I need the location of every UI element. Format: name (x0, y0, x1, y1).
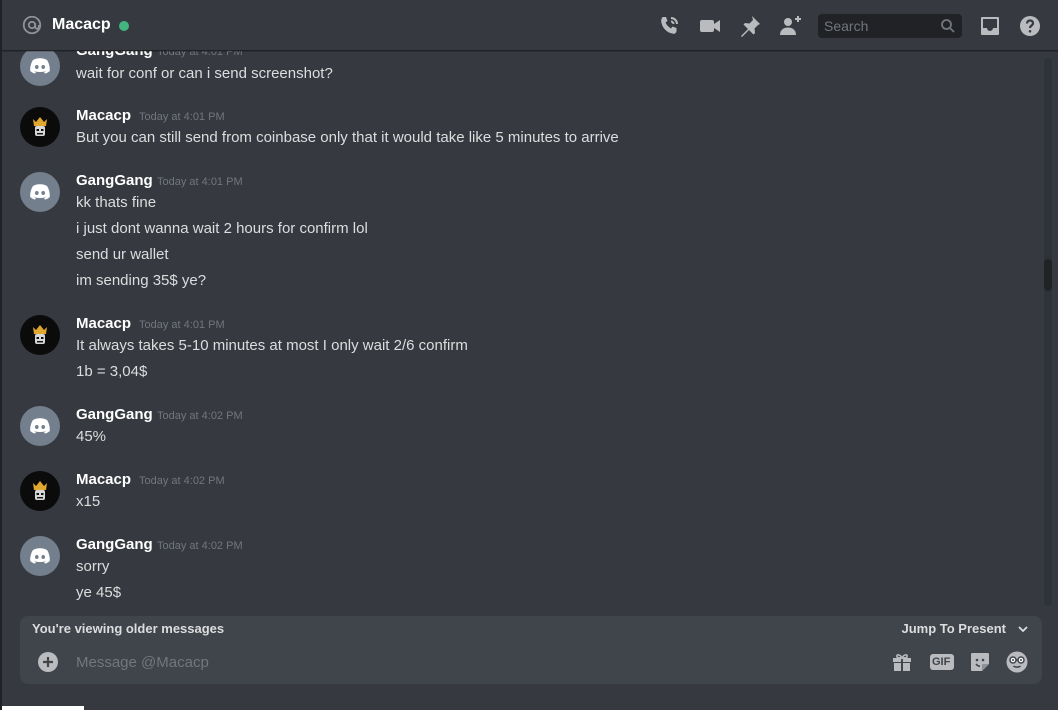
search-box[interactable] (818, 14, 962, 38)
gif-icon[interactable]: GIF (929, 650, 955, 674)
online-status-indicator (119, 21, 129, 31)
king-avatar-icon[interactable] (20, 107, 60, 147)
sticker-icon[interactable] (968, 650, 992, 674)
king-avatar-icon[interactable] (20, 471, 60, 511)
message-timestamp: Today at 4:02 PM (157, 410, 243, 422)
channel-title: Macacp (52, 16, 111, 33)
message-author[interactable]: GangGang (76, 172, 153, 189)
message-text: 45% (76, 428, 107, 445)
chevron-down-icon[interactable] (1016, 622, 1030, 636)
search-input[interactable] (818, 14, 936, 38)
message-text: im sending 35$ ye? (76, 272, 207, 289)
discord-avatar-icon[interactable] (20, 406, 60, 446)
channel-header: Macacp (0, 0, 1058, 51)
message-text: x15 (76, 493, 101, 510)
emoji-icon[interactable] (1005, 650, 1029, 674)
king-avatar-icon[interactable] (20, 315, 60, 355)
message-timestamp: Today at 4:01 PM (139, 111, 225, 123)
gif-label: GIF (932, 656, 951, 668)
gift-icon[interactable] (890, 650, 914, 674)
discord-avatar-icon[interactable] (20, 172, 60, 212)
jump-to-present-button[interactable]: Jump To Present (901, 621, 1006, 636)
add-friend-icon[interactable] (778, 14, 802, 38)
message-timestamp: Today at 4:01 PM (157, 176, 243, 188)
message-composer: GIF (20, 640, 1042, 684)
at-icon (22, 15, 42, 35)
inbox-icon[interactable] (978, 14, 1002, 38)
scrollbar-track[interactable] (1044, 58, 1052, 606)
message-text: send ur wallet (76, 246, 169, 263)
pin-icon[interactable] (738, 14, 762, 38)
message-list[interactable]: GangGang Today at 4:01 PM wait for conf … (0, 40, 1040, 612)
voice-call-icon[interactable] (657, 14, 681, 38)
older-messages-notice: You're viewing older messages (32, 621, 225, 636)
message-author[interactable]: Macacp (76, 107, 131, 124)
message-text: But you can still send from coinbase onl… (76, 129, 619, 146)
discord-avatar-icon[interactable] (20, 536, 60, 576)
message-timestamp: Today at 4:02 PM (157, 540, 243, 552)
message-author[interactable]: GangGang (76, 536, 153, 553)
message-text: 1b = 3,04$ (76, 363, 148, 380)
taskbar-edge (0, 706, 84, 710)
message-author[interactable]: Macacp (76, 315, 131, 332)
message-input[interactable] (76, 640, 856, 684)
discord-avatar-icon[interactable] (20, 46, 60, 86)
search-icon (941, 19, 955, 33)
add-attachment-icon[interactable] (36, 650, 60, 674)
message-timestamp: Today at 4:01 PM (139, 319, 225, 331)
message-text: ye 45$ (76, 584, 122, 601)
message-text: kk thats fine (76, 194, 157, 211)
message-text: i just dont wanna wait 2 hours for confi… (76, 220, 368, 237)
window-edge (0, 0, 2, 710)
message-text: wait for conf or can i send screenshot? (76, 65, 333, 82)
message-author[interactable]: Macacp (76, 471, 131, 488)
video-call-icon[interactable] (698, 14, 722, 38)
scrollbar-thumb[interactable] (1044, 259, 1052, 291)
message-text: sorry (76, 558, 110, 575)
message-text: It always takes 5-10 minutes at most I o… (76, 337, 468, 354)
message-author[interactable]: GangGang (76, 406, 153, 423)
help-icon[interactable] (1018, 14, 1042, 38)
message-timestamp: Today at 4:02 PM (139, 475, 225, 487)
